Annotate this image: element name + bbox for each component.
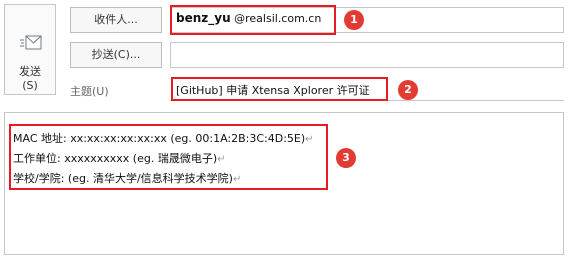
subject-label: 主题(U) (70, 85, 109, 98)
highlight-subject (171, 77, 388, 101)
badge-1: 1 (344, 10, 364, 30)
highlight-body (9, 124, 328, 190)
cc-field[interactable] (170, 42, 564, 68)
to-button[interactable]: 收件人... (70, 7, 162, 33)
send-button[interactable]: 发送 (S) (4, 4, 56, 95)
send-shortcut: (S) (22, 79, 38, 92)
highlight-to (170, 5, 336, 35)
envelope-icon (20, 35, 42, 50)
badge-2: 2 (398, 80, 418, 100)
cc-button[interactable]: 抄送(C)... (70, 42, 162, 68)
badge-3: 3 (336, 148, 356, 168)
send-label: 发送 (19, 65, 41, 78)
